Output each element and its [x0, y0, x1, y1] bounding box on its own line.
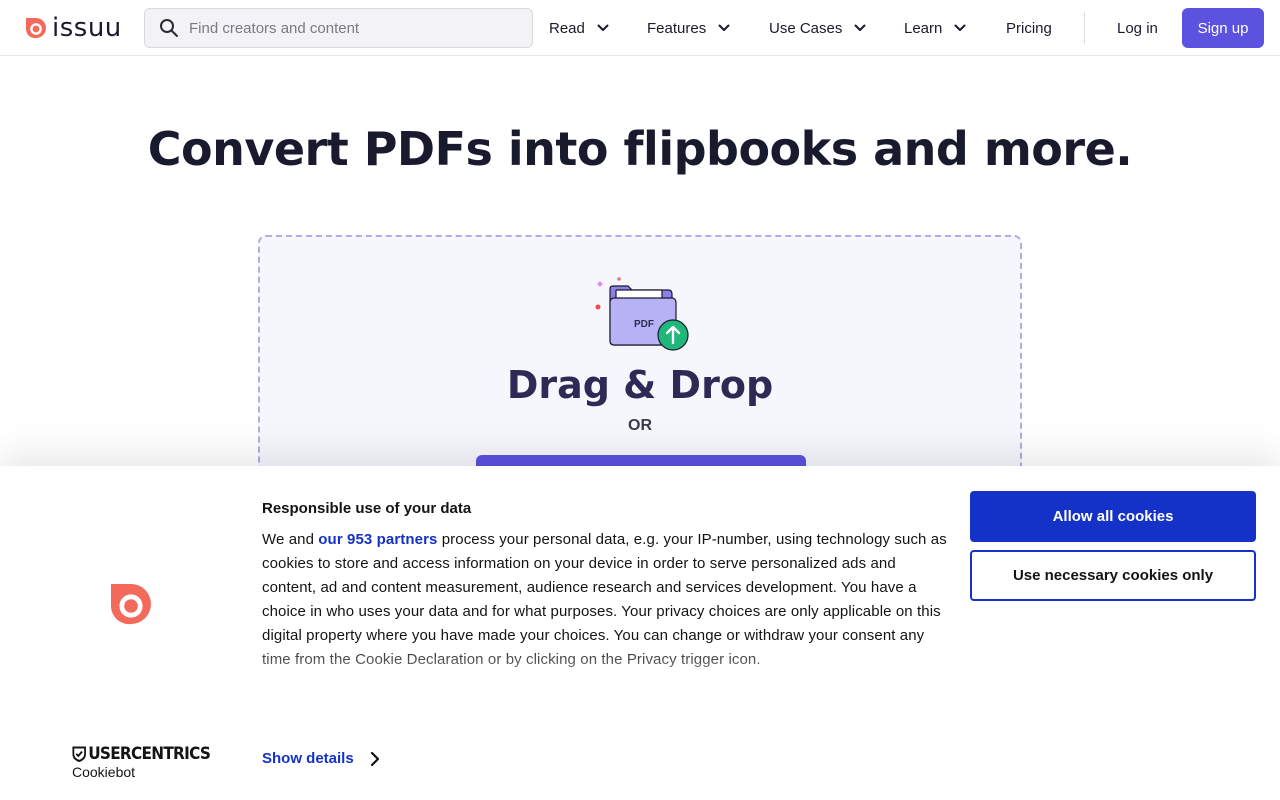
- nav-use-cases-label: Use Cases: [769, 19, 843, 37]
- nav-learn-label: Learn: [904, 19, 943, 37]
- usercentrics-text: USERCENTRICS: [88, 744, 211, 764]
- nav-features[interactable]: Features: [647, 0, 730, 56]
- search-box[interactable]: [144, 8, 533, 48]
- issuu-logo[interactable]: issuu: [24, 14, 122, 42]
- nav-pricing-label: Pricing: [1006, 19, 1052, 37]
- nav-features-label: Features: [647, 19, 707, 37]
- top-navigation-bar: issuu Read Features Use Cases Learn Pric…: [0, 0, 1280, 56]
- issuu-logo-icon: [110, 584, 151, 625]
- show-details-label: Show details: [262, 750, 354, 767]
- nav-read-label: Read: [549, 19, 585, 37]
- necessary-cookies-button[interactable]: Use necessary cookies only: [970, 550, 1256, 601]
- nav-pricing[interactable]: Pricing: [1006, 0, 1052, 56]
- show-details-link[interactable]: Show details: [262, 750, 380, 767]
- nav-divider: [1084, 12, 1085, 44]
- nav-read[interactable]: Read: [549, 0, 609, 56]
- usercentrics-wordmark: USERCENTRICS: [72, 744, 211, 764]
- nav-learn[interactable]: Learn: [904, 0, 966, 56]
- cookiebot-text: Cookiebot: [72, 764, 136, 780]
- cookie-title: Responsible use of your data: [262, 500, 472, 517]
- cookie-text-intro: We and: [262, 531, 319, 548]
- or-label: OR: [628, 417, 652, 434]
- shield-check-icon: [72, 746, 86, 762]
- folder-pdf-label: PDF: [634, 319, 654, 330]
- partners-link[interactable]: our 953 partners: [318, 531, 437, 548]
- nav-use-cases[interactable]: Use Cases: [769, 0, 866, 56]
- cookie-consent-banner: Responsible use of your data We and our …: [0, 466, 1280, 800]
- page-title: Convert PDFs into flipbooks and more.: [147, 122, 1133, 176]
- pdf-folder-upload-icon: PDF: [595, 277, 689, 351]
- logo-wordmark: issuu: [52, 13, 122, 43]
- signup-button[interactable]: Sign up: [1182, 8, 1264, 48]
- drag-drop-title: Drag & Drop: [506, 363, 774, 407]
- cookie-text-body: process your personal data, e.g. your IP…: [262, 531, 947, 668]
- chevron-down-icon: [854, 24, 866, 31]
- chevron-down-icon: [718, 24, 730, 31]
- usercentrics-cookiebot-logo[interactable]: USERCENTRICS Cookiebot: [72, 744, 226, 780]
- issuu-logo-icon: [25, 18, 46, 39]
- allow-all-cookies-button[interactable]: Allow all cookies: [970, 491, 1256, 542]
- chevron-down-icon: [597, 24, 609, 31]
- login-link[interactable]: Log in: [1117, 0, 1158, 56]
- search-input[interactable]: [189, 19, 519, 37]
- chevron-down-icon: [954, 24, 966, 31]
- cookie-description: We and our 953 partners process your per…: [262, 528, 952, 672]
- chevron-right-icon: [370, 751, 379, 766]
- search-icon: [160, 19, 178, 37]
